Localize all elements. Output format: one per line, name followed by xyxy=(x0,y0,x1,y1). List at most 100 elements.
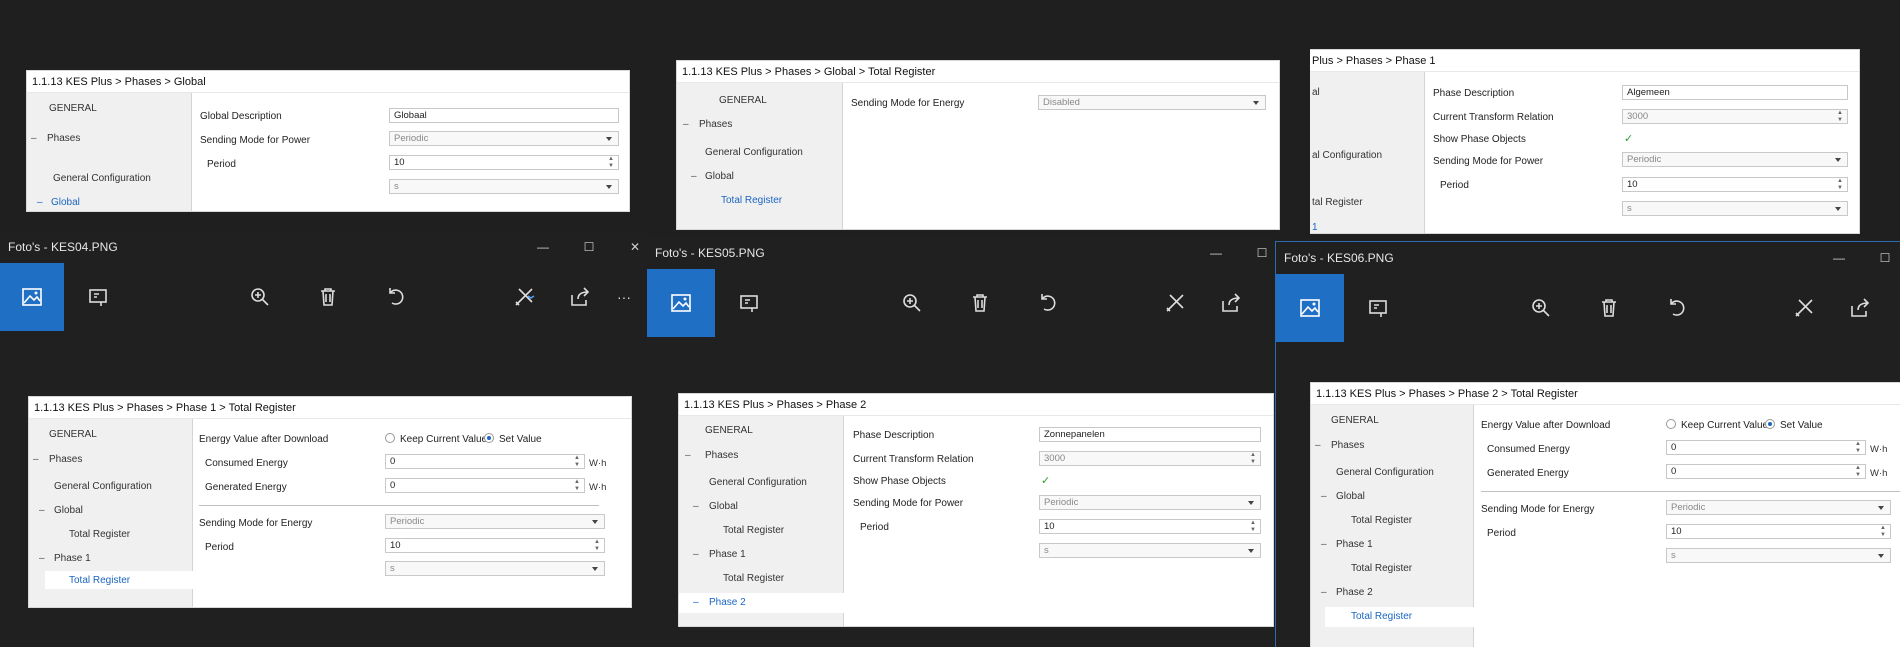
tree-item-fragment[interactable]: al xyxy=(1312,87,1320,98)
tree-item-general[interactable]: GENERAL xyxy=(705,425,753,436)
stepper-arrows-icon[interactable]: ▲ ▼ xyxy=(608,156,614,170)
edit-button[interactable] xyxy=(492,263,556,331)
tree-item-general-configuration[interactable]: General Configuration xyxy=(705,147,803,158)
tree-item-phase1[interactable]: Phase 1 xyxy=(54,553,91,564)
tree-item-total-register[interactable]: Total Register xyxy=(723,573,784,584)
image-view-button[interactable] xyxy=(0,263,64,331)
set-value-radio[interactable] xyxy=(1765,419,1775,429)
rotate-button[interactable] xyxy=(1016,269,1080,337)
delete-button[interactable] xyxy=(296,263,360,331)
maximize-button[interactable]: ☐ xyxy=(566,231,612,263)
tree-item-global[interactable]: Global xyxy=(709,501,738,512)
close-button[interactable]: ✕ xyxy=(612,231,648,263)
minimize-button[interactable]: — xyxy=(520,231,566,263)
check-icon[interactable]: ✓ xyxy=(1041,474,1050,487)
current-transform-relation-stepper[interactable]: 3000 ▲ ▼ xyxy=(1622,109,1848,124)
generated-energy-stepper[interactable]: 0 ▲ ▼ xyxy=(385,478,585,493)
keep-current-value-radio[interactable] xyxy=(385,433,395,443)
sending-mode-energy-select[interactable]: Periodic xyxy=(385,514,605,529)
collapse-icon[interactable]: – xyxy=(1321,539,1327,550)
tree-item-global[interactable]: Global xyxy=(51,197,80,208)
tree-item-general[interactable]: GENERAL xyxy=(49,429,97,440)
collapse-icon[interactable]: – xyxy=(31,133,37,144)
minimize-button[interactable]: — xyxy=(1193,237,1239,269)
tree-item-general-configuration[interactable]: General Configuration xyxy=(53,173,151,184)
stepper-arrows-icon[interactable]: ▲ ▼ xyxy=(1250,452,1256,466)
tree-item-total-register[interactable]: Total Register xyxy=(69,575,130,586)
collapse-icon[interactable]: – xyxy=(693,597,699,608)
tree-item-global[interactable]: Global xyxy=(705,171,734,182)
tree-item-general-configuration[interactable]: General Configuration xyxy=(54,481,152,492)
tree-item-general-configuration[interactable]: General Configuration xyxy=(1336,467,1434,478)
collapse-icon[interactable]: – xyxy=(39,505,45,516)
collapse-icon[interactable]: – xyxy=(33,454,39,465)
tree-item-fragment[interactable]: tal Register xyxy=(1312,197,1363,208)
maximize-button[interactable]: ☐ xyxy=(1862,242,1900,274)
phase-description-field[interactable]: Zonnepanelen xyxy=(1039,427,1261,442)
tree-item-general[interactable]: GENERAL xyxy=(49,103,97,114)
stepper-arrows-icon[interactable]: ▲ ▼ xyxy=(1880,525,1886,539)
period-stepper[interactable]: 10 ▲ ▼ xyxy=(1666,524,1891,539)
period-unit-select[interactable]: s xyxy=(1039,543,1261,558)
slideshow-button[interactable] xyxy=(66,263,130,331)
more-button[interactable]: ··· xyxy=(604,263,644,331)
sending-mode-power-select[interactable]: Periodic xyxy=(1622,152,1848,167)
tree-item-global[interactable]: Global xyxy=(54,505,83,516)
stepper-arrows-icon[interactable]: ▲ ▼ xyxy=(1855,441,1861,455)
collapse-icon[interactable]: – xyxy=(691,171,697,182)
sending-mode-energy-select[interactable]: Disabled xyxy=(1038,95,1266,110)
share-button[interactable] xyxy=(1828,274,1892,342)
tree-item-phases[interactable]: Phases xyxy=(699,119,732,130)
global-description-field[interactable]: Globaal xyxy=(389,108,619,123)
image-view-button[interactable] xyxy=(647,269,715,337)
sending-mode-energy-select[interactable]: Periodic xyxy=(1666,500,1891,515)
check-icon[interactable]: ✓ xyxy=(1624,132,1633,145)
tree-item-phases[interactable]: Phases xyxy=(705,450,738,461)
stepper-arrows-icon[interactable]: ▲ ▼ xyxy=(1855,465,1861,479)
period-stepper[interactable]: 10 ▲ ▼ xyxy=(389,155,619,170)
tree-item-total-register[interactable]: Total Register xyxy=(1351,611,1412,622)
consumed-energy-stepper[interactable]: 0 ▲ ▼ xyxy=(385,454,585,469)
tree-item-phase2[interactable]: Phase 2 xyxy=(709,597,746,608)
edit-button[interactable] xyxy=(1143,269,1207,337)
stepper-arrows-icon[interactable]: ▲ ▼ xyxy=(574,479,580,493)
period-unit-select[interactable]: s xyxy=(1622,201,1848,216)
tree-item-fragment[interactable]: al Configuration xyxy=(1312,150,1382,161)
stepper-arrows-icon[interactable]: ▲ ▼ xyxy=(1250,520,1256,534)
tree-item-total-register[interactable]: Total Register xyxy=(723,525,784,536)
tree-item-total-register[interactable]: Total Register xyxy=(721,195,782,206)
period-stepper[interactable]: 10 ▲ ▼ xyxy=(1622,177,1848,192)
zoom-in-button[interactable] xyxy=(1509,274,1573,342)
phase-description-field[interactable]: Algemeen xyxy=(1622,85,1848,100)
sending-mode-power-select[interactable]: Periodic xyxy=(1039,495,1261,510)
tree-item-general[interactable]: GENERAL xyxy=(1331,415,1379,426)
tree-item-phases[interactable]: Phases xyxy=(49,454,82,465)
collapse-icon[interactable]: – xyxy=(693,501,699,512)
zoom-in-button[interactable] xyxy=(880,269,944,337)
edit-button[interactable] xyxy=(1772,274,1836,342)
keep-current-value-radio[interactable] xyxy=(1666,419,1676,429)
share-button[interactable] xyxy=(1199,269,1263,337)
stepper-arrows-icon[interactable]: ▲ ▼ xyxy=(594,539,600,553)
collapse-icon[interactable]: – xyxy=(1321,587,1327,598)
tree-item-fragment[interactable]: 1 xyxy=(1312,222,1318,233)
collapse-icon[interactable]: – xyxy=(39,553,45,564)
delete-button[interactable] xyxy=(1577,274,1641,342)
sending-mode-power-select[interactable]: Periodic xyxy=(389,131,619,146)
tree-item-total-register[interactable]: Total Register xyxy=(1351,563,1412,574)
tree-item-general-configuration[interactable]: General Configuration xyxy=(709,477,807,488)
maximize-button[interactable]: ☐ xyxy=(1239,237,1275,269)
period-stepper[interactable]: 10 ▲ ▼ xyxy=(385,538,605,553)
tree-item-phases[interactable]: Phases xyxy=(1331,440,1364,451)
collapse-icon[interactable]: – xyxy=(683,119,689,130)
slideshow-button[interactable] xyxy=(717,269,781,337)
tree-item-general[interactable]: GENERAL xyxy=(719,95,767,106)
current-transform-relation-stepper[interactable]: 3000 ▲ ▼ xyxy=(1039,451,1261,466)
delete-button[interactable] xyxy=(948,269,1012,337)
set-value-radio[interactable] xyxy=(484,433,494,443)
minimize-button[interactable]: — xyxy=(1816,242,1862,274)
stepper-arrows-icon[interactable]: ▲ ▼ xyxy=(574,455,580,469)
period-stepper[interactable]: 10 ▲ ▼ xyxy=(1039,519,1261,534)
image-view-button[interactable] xyxy=(1276,274,1344,342)
tree-item-total-register[interactable]: Total Register xyxy=(1351,515,1412,526)
